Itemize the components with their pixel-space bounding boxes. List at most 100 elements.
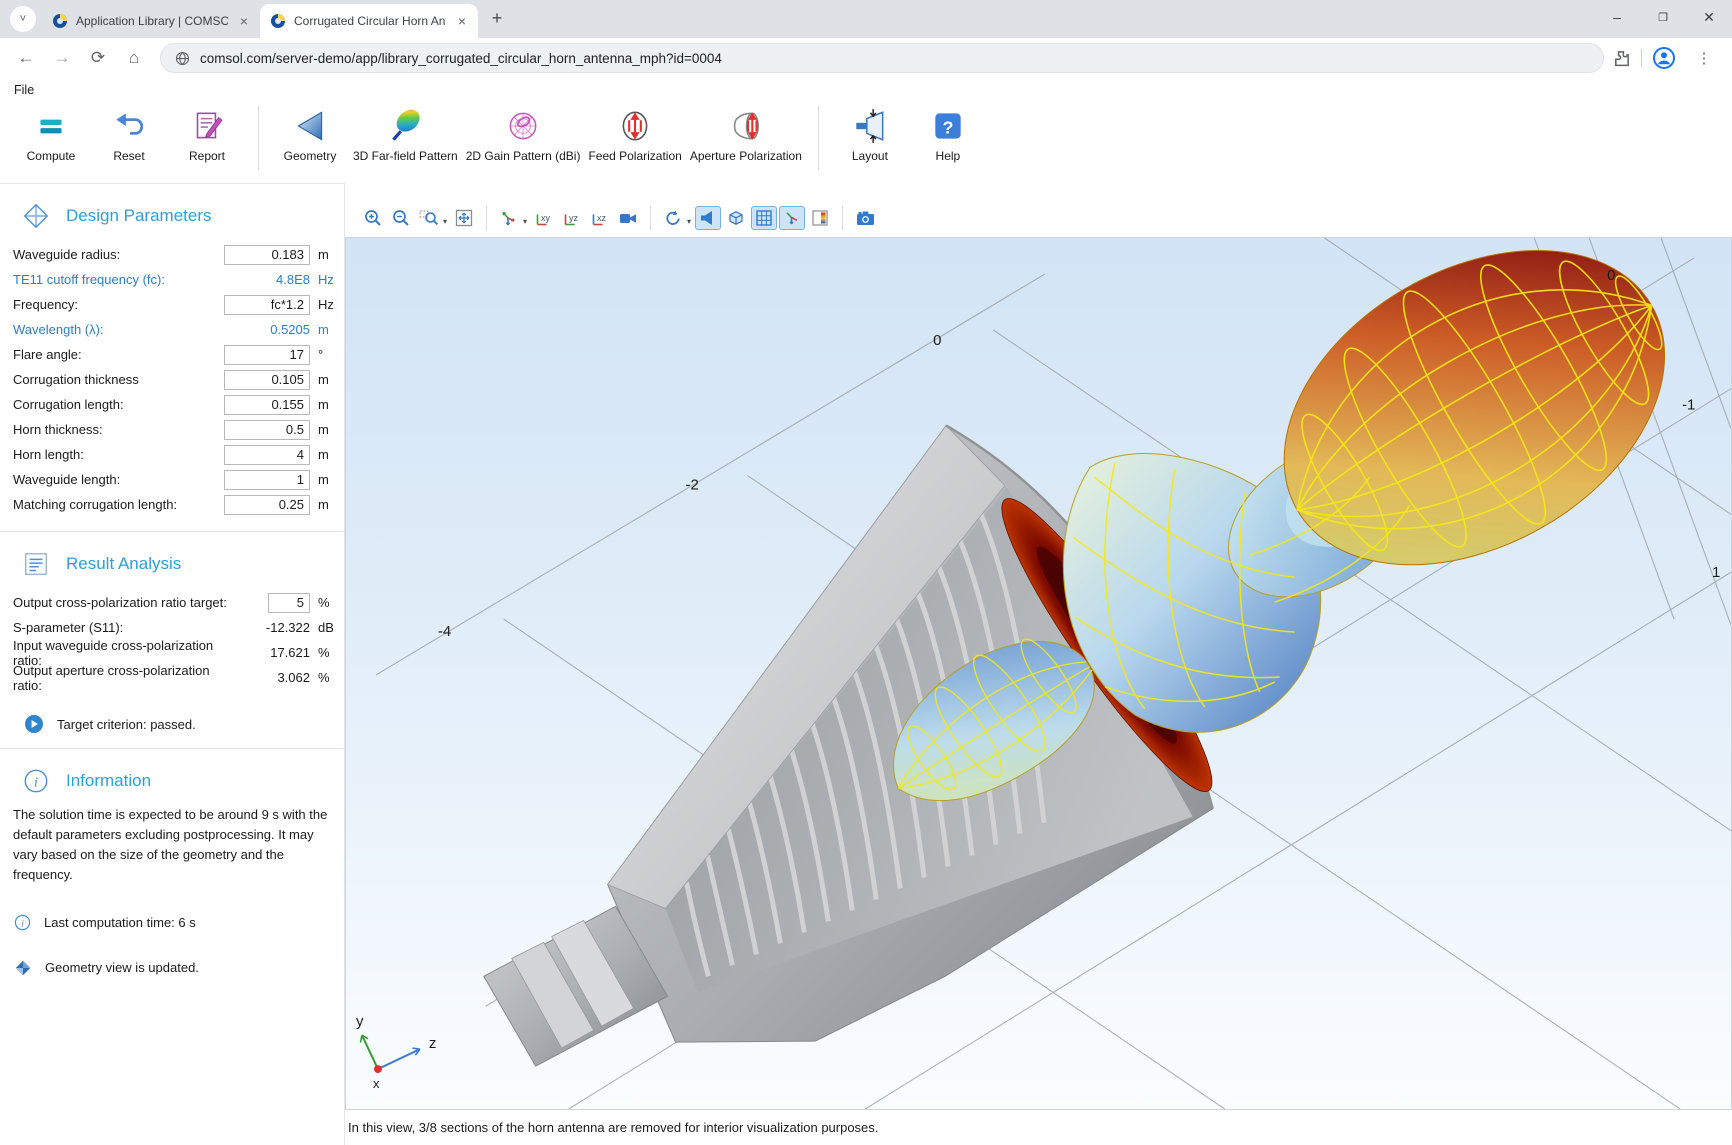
param-label: Matching corrugation length:	[13, 497, 224, 512]
help-button[interactable]: ? Help	[909, 102, 987, 165]
tab-application-library[interactable]: Application Library | COMSOL S ×	[42, 4, 260, 38]
tab-close-icon[interactable]: ×	[454, 13, 470, 29]
maximize-button[interactable]: ❐	[1640, 0, 1686, 34]
result-value: 3.062	[214, 670, 310, 685]
zoom-in-icon[interactable]	[360, 206, 386, 230]
file-menu[interactable]: File	[14, 83, 34, 97]
farfield-3d-button[interactable]: 3D Far-field Pattern	[349, 102, 462, 165]
viewport-caption: In this view, 3/8 sections of the horn a…	[348, 1120, 878, 1135]
section-title: Design Parameters	[66, 206, 212, 226]
profile-avatar-icon[interactable]	[1652, 46, 1676, 70]
minimize-button[interactable]: –	[1594, 0, 1640, 34]
geometry-updated-icon	[14, 959, 32, 977]
color-legend-toggle[interactable]	[807, 206, 833, 230]
geometry-updated-row: Geometry view is updated.	[14, 959, 344, 977]
waveguide-radius-input[interactable]	[224, 245, 310, 265]
param-row: Frequency:Hz	[13, 292, 344, 317]
param-row: Waveguide length:m	[13, 467, 344, 492]
flare-angle-input[interactable]	[224, 345, 310, 365]
tab-search-chevron-icon[interactable]: ˅	[10, 6, 36, 32]
horn-length-input[interactable]	[224, 445, 310, 465]
report-button[interactable]: Report	[168, 102, 246, 165]
reset-button[interactable]: Reset	[90, 102, 168, 165]
aperture-polarization-button[interactable]: Aperture Polarization	[686, 102, 806, 165]
axis-orientation-toggle[interactable]	[779, 206, 805, 230]
default-view-dropdown-icon[interactable]: ▾	[523, 217, 527, 226]
matching-corrugation-length-input[interactable]	[224, 495, 310, 515]
browser-menu-kebab-icon[interactable]: ⋮	[1689, 43, 1719, 73]
3d-scene[interactable]: 0 -2 -4 0 -1 1 y z x	[346, 238, 1731, 1109]
toolbar-divider	[650, 206, 651, 230]
corrugation-thickness-input[interactable]	[224, 370, 310, 390]
close-button[interactable]: ✕	[1686, 0, 1732, 34]
triad-z-label: z	[429, 1035, 436, 1052]
extensions-puzzle-icon[interactable]	[1612, 49, 1631, 68]
feed-polarization-label: Feed Polarization	[588, 149, 681, 163]
result-label: Output cross-polarization ratio target:	[13, 595, 268, 610]
corrugation-length-input[interactable]	[224, 395, 310, 415]
svg-text:i: i	[21, 919, 24, 929]
snapshot-camera-icon[interactable]	[852, 206, 878, 230]
graphics-viewport[interactable]: 0 -2 -4 0 -1 1 y z x	[345, 237, 1732, 1110]
back-icon[interactable]: ←	[11, 43, 41, 73]
layout-button[interactable]: Layout	[831, 102, 909, 165]
param-unit: m	[318, 372, 344, 387]
ribbon-divider	[818, 106, 819, 170]
view-xz-icon[interactable]: xz	[587, 206, 613, 230]
param-label: Waveguide length:	[13, 472, 224, 487]
rotate-dropdown-icon[interactable]: ▾	[687, 217, 691, 226]
home-icon[interactable]: ⌂	[119, 43, 149, 73]
param-unit: m	[318, 422, 344, 437]
new-tab-button[interactable]: +	[484, 6, 510, 32]
browser-tab-strip: ˅ Application Library | COMSOL S × Corru…	[0, 0, 1732, 38]
zoom-extents-icon[interactable]	[451, 206, 477, 230]
layout-icon	[850, 106, 890, 146]
geometry-button[interactable]: Geometry	[271, 102, 349, 165]
view-yz-icon[interactable]: yz	[559, 206, 585, 230]
reload-icon[interactable]: ⟳	[83, 43, 113, 73]
design-parameters-icon	[22, 202, 50, 230]
waveguide-length-input[interactable]	[224, 470, 310, 490]
browser-address-bar: ← → ⟳ ⌂ comsol.com/server-demo/app/libra…	[0, 38, 1732, 78]
zoom-out-icon[interactable]	[388, 206, 414, 230]
view-xy-icon[interactable]: xy	[531, 206, 557, 230]
feed-polarization-button[interactable]: Feed Polarization	[584, 102, 685, 165]
horn-thickness-input[interactable]	[224, 420, 310, 440]
param-row: Flare angle:°	[13, 342, 344, 367]
param-row: Horn length:m	[13, 442, 344, 467]
tab-close-icon[interactable]: ×	[236, 13, 252, 29]
design-parameters-header: Design Parameters	[22, 202, 344, 230]
coordinate-triad: y z x	[356, 1013, 436, 1091]
svg-text:?: ?	[942, 117, 953, 137]
zoom-box-dropdown-icon[interactable]: ▾	[443, 217, 447, 226]
param-unit: Hz	[318, 272, 344, 287]
frequency-input[interactable]	[224, 295, 310, 315]
result-label: Output aperture cross-polarization ratio…	[13, 663, 214, 693]
zoom-box-icon[interactable]	[416, 206, 442, 230]
design-parameter-rows: Waveguide radius:m TE11 cutoff frequency…	[0, 240, 344, 517]
transparency-toggle[interactable]	[723, 206, 749, 230]
param-value: 0.5205	[214, 322, 310, 337]
gain-2d-button[interactable]: 2D Gain Pattern (dBi)	[462, 102, 585, 165]
param-unit: m	[318, 322, 344, 337]
tab-corrugated-horn[interactable]: Corrugated Circular Horn Anten ×	[260, 4, 478, 38]
layout-label: Layout	[852, 149, 888, 163]
result-row: Output aperture cross-polarization ratio…	[13, 665, 344, 690]
rotate-icon[interactable]	[660, 206, 686, 230]
go-to-default-view-icon[interactable]	[496, 206, 522, 230]
forward-icon[interactable]: →	[47, 43, 77, 73]
status-text: Target criterion: passed.	[57, 717, 196, 732]
camera-view-icon[interactable]	[615, 206, 641, 230]
info-small-icon: i	[14, 914, 31, 931]
farfield-3d-label: 3D Far-field Pattern	[353, 149, 458, 163]
site-info-globe-icon[interactable]	[175, 51, 190, 66]
url-text[interactable]: comsol.com/server-demo/app/library_corru…	[200, 51, 722, 66]
scene-light-toggle[interactable]	[695, 206, 721, 230]
param-row: Horn thickness:m	[13, 417, 344, 442]
compute-button[interactable]: Compute	[12, 102, 90, 165]
url-bar[interactable]: comsol.com/server-demo/app/library_corru…	[160, 43, 1604, 73]
grid-toggle[interactable]	[751, 206, 777, 230]
cross-polarization-target-input[interactable]	[268, 593, 310, 613]
report-icon	[187, 106, 227, 146]
aperture-polarization-icon	[726, 106, 766, 146]
